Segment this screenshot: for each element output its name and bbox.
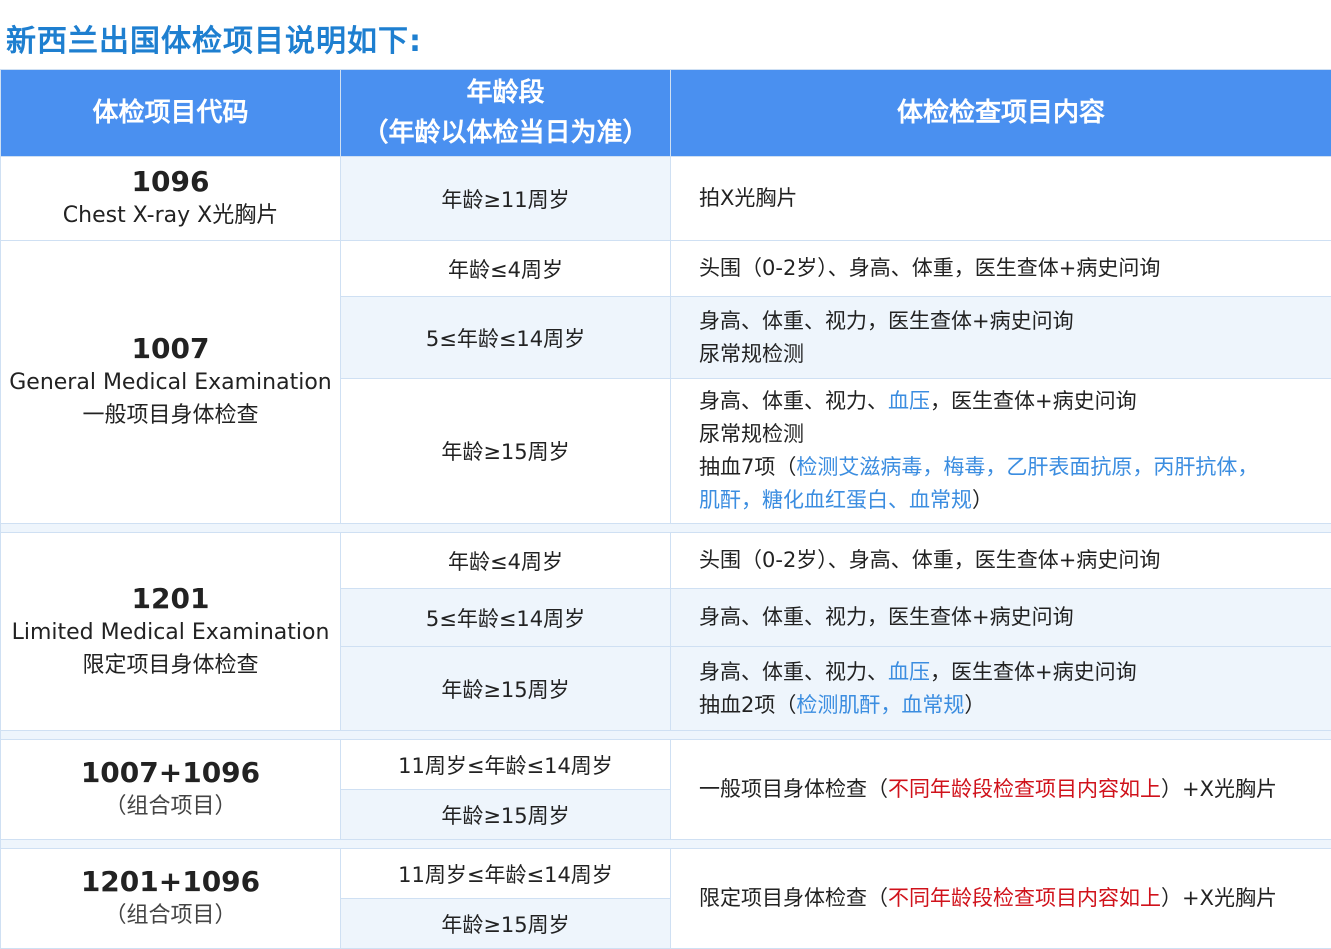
code-cell-1096: 1096 Chest X-ray X光胸片 xyxy=(1,157,341,241)
content-line: 拍X光胸片 xyxy=(699,182,1331,215)
content-line: 尿常规检测 xyxy=(699,418,1331,451)
exam-name-en: General Medical Examination xyxy=(1,366,340,399)
content-line: 限定项目身体检查（不同年龄段检查项目内容如上）+X光胸片 xyxy=(699,882,1331,915)
age-range-cell: 年龄≤4周岁 xyxy=(341,241,671,297)
header-code: 体检项目代码 xyxy=(1,70,341,157)
exam-name-cn: 一般项目身体检查 xyxy=(1,399,340,432)
age-range-cell: 5≤年龄≤14周岁 xyxy=(341,297,671,379)
content-line: 头围（0-2岁）、身高、体重，医生查体+病史问询 xyxy=(699,252,1331,285)
code-cell-1007-1096: 1007+1096 （组合项目） xyxy=(1,740,341,840)
table-header-row: 体检项目代码 年龄段 （年龄以体检当日为准） 体检检查项目内容 xyxy=(1,70,1331,157)
content-text: 身高、体重、视力、 xyxy=(699,660,888,684)
highlight-red-text: 不同年龄段检查项目内容如上 xyxy=(888,777,1161,801)
content-text: 头围（0-2岁）、身高、体重，医生查体+病史问询 xyxy=(699,548,1160,572)
highlight-blue-text: 肌酐，糖化血红蛋白、血常规 xyxy=(699,488,972,512)
content-text: 抽血2项（ xyxy=(699,693,796,717)
exam-code: 1201 xyxy=(1,582,340,616)
age-range-cell: 年龄≥15周岁 xyxy=(341,379,671,524)
content-cell: 一般项目身体检查（不同年龄段检查项目内容如上）+X光胸片 xyxy=(671,740,1331,840)
code-cell-1201: 1201 Limited Medical Examination 限定项目身体检… xyxy=(1,533,341,731)
exam-name-en: Limited Medical Examination xyxy=(1,616,340,649)
content-text: 一般项目身体检查（ xyxy=(699,777,888,801)
content-cell: 限定项目身体检查（不同年龄段检查项目内容如上）+X光胸片 xyxy=(671,849,1331,949)
content-text: 尿常规检测 xyxy=(699,422,804,446)
content-text: 限定项目身体检查（ xyxy=(699,886,888,910)
content-text: ，医生查体+病史问询 xyxy=(930,660,1137,684)
group-divider xyxy=(1,731,1331,740)
combo-label: （组合项目） xyxy=(1,790,340,823)
combo-label: （组合项目） xyxy=(1,899,340,932)
age-range-cell: 11周岁≤年龄≤14周岁 xyxy=(341,849,671,899)
age-range-cell: 年龄≥15周岁 xyxy=(341,790,671,840)
content-line: 抽血7项（检测艾滋病毒，梅毒，乙肝表面抗原，丙肝抗体， xyxy=(699,451,1331,484)
content-cell: 头围（0-2岁）、身高、体重，医生查体+病史问询 xyxy=(671,241,1331,297)
header-age-range: 年龄段 （年龄以体检当日为准） xyxy=(341,70,671,157)
content-cell: 身高、体重、视力，医生查体+病史问询尿常规检测 xyxy=(671,297,1331,379)
table-row: 1096 Chest X-ray X光胸片 年龄≥11周岁 拍X光胸片 xyxy=(1,157,1331,241)
highlight-red-text: 不同年龄段检查项目内容如上 xyxy=(888,886,1161,910)
age-range-cell: 年龄≤4周岁 xyxy=(341,533,671,589)
code-cell-1201-1096: 1201+1096 （组合项目） xyxy=(1,849,341,949)
content-text: ） xyxy=(972,488,993,512)
header-content: 体检检查项目内容 xyxy=(671,70,1331,157)
age-range-cell: 5≤年龄≤14周岁 xyxy=(341,589,671,647)
content-text: ）+X光胸片 xyxy=(1161,886,1277,910)
content-cell: 头围（0-2岁）、身高、体重，医生查体+病史问询 xyxy=(671,533,1331,589)
content-text: 头围（0-2岁）、身高、体重，医生查体+病史问询 xyxy=(699,256,1160,280)
content-line: 尿常规检测 xyxy=(699,338,1331,371)
exam-items-table: 体检项目代码 年龄段 （年龄以体检当日为准） 体检检查项目内容 1096 Che… xyxy=(0,69,1331,949)
page-title: 新西兰出国体检项目说明如下: xyxy=(6,16,422,60)
age-range-cell: 年龄≥15周岁 xyxy=(341,899,671,949)
table-row: 1201+1096 （组合项目） 11周岁≤年龄≤14周岁 限定项目身体检查（不… xyxy=(1,849,1331,899)
group-divider xyxy=(1,840,1331,849)
content-text: 抽血7项（ xyxy=(699,455,796,479)
highlight-blue-text: 血压 xyxy=(888,660,930,684)
content-line: 头围（0-2岁）、身高、体重，医生查体+病史问询 xyxy=(699,544,1331,577)
content-cell: 拍X光胸片 xyxy=(671,157,1331,241)
content-line: 身高、体重、视力、血压，医生查体+病史问询 xyxy=(699,385,1331,418)
content-line: 肌酐，糖化血红蛋白、血常规） xyxy=(699,484,1331,517)
exam-name-cn: 限定项目身体检查 xyxy=(1,649,340,682)
highlight-blue-text: 血压 xyxy=(888,389,930,413)
content-text: ，医生查体+病史问询 xyxy=(930,389,1137,413)
content-text: 拍X光胸片 xyxy=(699,186,797,210)
content-line: 身高、体重、视力，医生查体+病史问询 xyxy=(699,601,1331,634)
code-cell-1007: 1007 General Medical Examination 一般项目身体检… xyxy=(1,241,341,524)
content-text: 身高、体重、视力，医生查体+病史问询 xyxy=(699,605,1074,629)
age-range-cell: 年龄≥11周岁 xyxy=(341,157,671,241)
age-range-cell: 11周岁≤年龄≤14周岁 xyxy=(341,740,671,790)
header-age-line-1: 年龄段 xyxy=(341,73,670,113)
content-text: ）+X光胸片 xyxy=(1161,777,1277,801)
exam-name-en: Chest X-ray X光胸片 xyxy=(1,199,340,232)
content-cell: 身高、体重、视力、血压，医生查体+病史问询抽血2项（检测肌酐，血常规） xyxy=(671,647,1331,731)
content-text: 身高、体重、视力，医生查体+病史问询 xyxy=(699,309,1074,333)
exam-code: 1007 xyxy=(1,332,340,366)
table-row: 1201 Limited Medical Examination 限定项目身体检… xyxy=(1,533,1331,589)
exam-code: 1007+1096 xyxy=(1,756,340,790)
content-text: 身高、体重、视力、 xyxy=(699,389,888,413)
content-text: 尿常规检测 xyxy=(699,342,804,366)
content-cell: 身高、体重、视力、血压，医生查体+病史问询尿常规检测抽血7项（检测艾滋病毒，梅毒… xyxy=(671,379,1331,524)
content-line: 身高、体重、视力，医生查体+病史问询 xyxy=(699,305,1331,338)
highlight-blue-text: 检测艾滋病毒，梅毒，乙肝表面抗原，丙肝抗体， xyxy=(796,455,1258,479)
content-line: 身高、体重、视力、血压，医生查体+病史问询 xyxy=(699,656,1331,689)
age-range-cell: 年龄≥15周岁 xyxy=(341,647,671,731)
content-text: ） xyxy=(964,693,985,717)
exam-code: 1201+1096 xyxy=(1,865,340,899)
table-row: 1007 General Medical Examination 一般项目身体检… xyxy=(1,241,1331,297)
content-line: 抽血2项（检测肌酐，血常规） xyxy=(699,689,1331,722)
header-age-line-2: （年龄以体检当日为准） xyxy=(341,113,670,153)
group-divider xyxy=(1,524,1331,533)
table-row: 1007+1096 （组合项目） 11周岁≤年龄≤14周岁 一般项目身体检查（不… xyxy=(1,740,1331,790)
exam-code: 1096 xyxy=(1,165,340,199)
content-line: 一般项目身体检查（不同年龄段检查项目内容如上）+X光胸片 xyxy=(699,773,1331,806)
content-cell: 身高、体重、视力，医生查体+病史问询 xyxy=(671,589,1331,647)
highlight-blue-text: 检测肌酐，血常规 xyxy=(796,693,964,717)
